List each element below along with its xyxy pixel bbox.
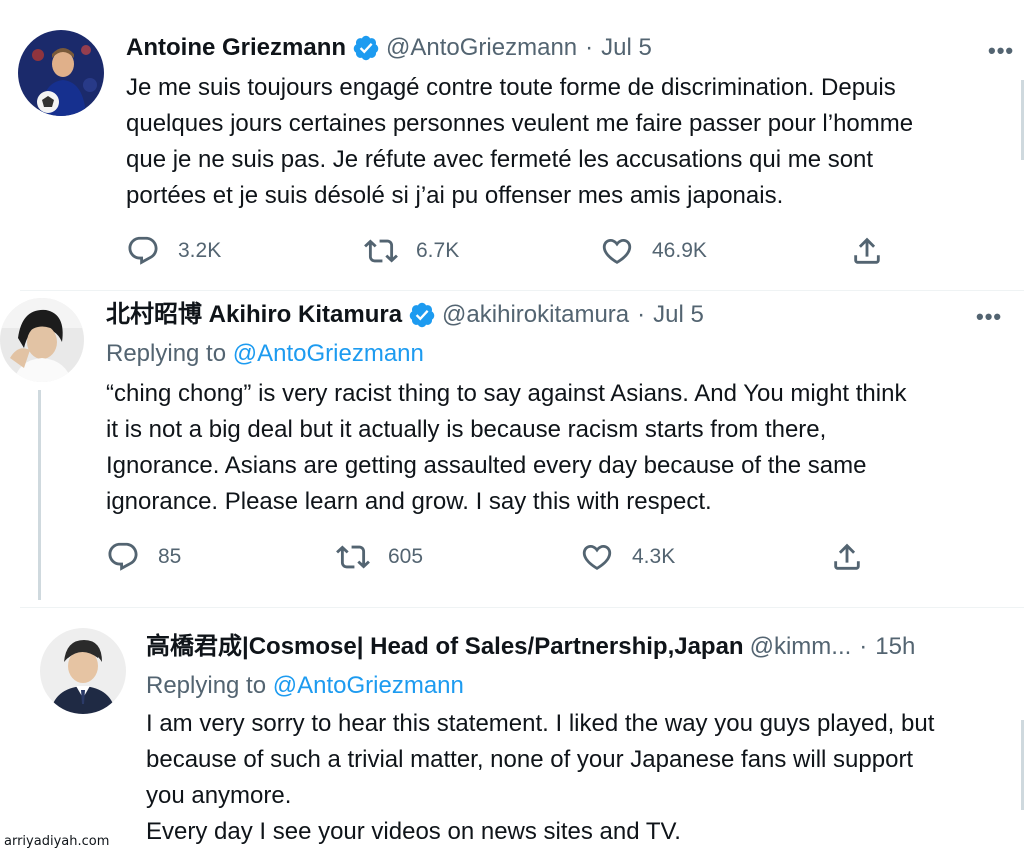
tweet-timestamp[interactable]: Jul 5 bbox=[601, 33, 652, 63]
replying-to: Replying to @AntoGriezmann bbox=[146, 671, 464, 701]
tweet-text-line: you anymore. bbox=[146, 782, 292, 809]
more-options-icon[interactable]: ••• bbox=[988, 38, 1014, 64]
author-handle[interactable]: @akihirokitamura bbox=[442, 300, 629, 330]
share-button[interactable] bbox=[850, 234, 902, 268]
like-button[interactable]: 4.3K bbox=[580, 540, 675, 574]
replying-to-handle-link[interactable]: @AntoGriezmann bbox=[273, 672, 464, 699]
tweet-text-line: because of such a trivial matter, none o… bbox=[146, 746, 914, 773]
like-button[interactable]: 46.9K bbox=[600, 234, 707, 268]
author-name[interactable]: Antoine Griezmann bbox=[126, 33, 346, 63]
tweet-text-line: I am very sorry to hear this statement. … bbox=[146, 710, 935, 737]
tweet-text-line: portées et je suis désolé si j’ai pu off… bbox=[126, 182, 784, 209]
replying-to-handle-link[interactable]: @AntoGriezmann bbox=[233, 340, 424, 367]
reply-icon bbox=[128, 236, 158, 265]
verified-badge-icon bbox=[352, 34, 380, 62]
retweet-button[interactable]: 6.7K bbox=[364, 234, 459, 268]
tweet-text: “ching chong” is very racist thing to sa… bbox=[106, 376, 906, 520]
author-name[interactable]: 高橋君成|Cosmose| Head of Sales/Partnership,… bbox=[146, 632, 744, 662]
retweet-count: 6.7K bbox=[416, 239, 460, 262]
tweet-text-line: it is not a big deal but it actually is … bbox=[106, 416, 827, 443]
avatar-takahashi[interactable] bbox=[40, 628, 126, 714]
tweet-text-line: “ching chong” is very racist thing to sa… bbox=[106, 380, 907, 407]
retweet-icon bbox=[336, 545, 370, 569]
share-icon bbox=[854, 237, 880, 264]
tweet-text: I am very sorry to hear this statement. … bbox=[146, 706, 1024, 850]
share-button[interactable] bbox=[830, 540, 882, 574]
tweet-kitamura[interactable]: 北村昭博 Akihiro Kitamura @akihirokitamura ·… bbox=[0, 290, 1024, 605]
retweet-icon bbox=[364, 239, 398, 263]
author-name[interactable]: 北村昭博 Akihiro Kitamura bbox=[106, 300, 402, 330]
reply-count: 3.2K bbox=[178, 239, 222, 262]
retweet-button[interactable]: 605 bbox=[336, 540, 423, 574]
author-handle[interactable]: @kimm... bbox=[750, 632, 852, 662]
replying-to: Replying to @AntoGriezmann bbox=[106, 339, 424, 369]
tweet-timestamp[interactable]: Jul 5 bbox=[653, 300, 704, 330]
heart-icon bbox=[602, 238, 632, 264]
avatar-kitamura[interactable] bbox=[0, 298, 84, 382]
heart-icon bbox=[582, 544, 612, 570]
separator-dot: · bbox=[859, 633, 868, 660]
tweet-text-line: quelques jours certaines personnes veule… bbox=[126, 110, 914, 137]
avatar-griezmann[interactable] bbox=[18, 30, 104, 116]
tweet-actions: 3.2K 6.7K 46.9K bbox=[126, 234, 886, 270]
reply-button[interactable]: 3.2K bbox=[126, 234, 221, 268]
like-count: 4.3K bbox=[632, 545, 676, 568]
watermark-text: arriyadiyah.com bbox=[4, 834, 110, 849]
tweet-text-line: Every day I see your videos on news site… bbox=[146, 818, 681, 845]
replying-to-label: Replying to bbox=[106, 340, 233, 367]
tweet-text-line: que je ne suis pas. Je réfute avec ferme… bbox=[126, 146, 874, 173]
tweet-actions: 85 605 4.3K bbox=[106, 540, 866, 576]
verified-badge-icon bbox=[408, 301, 436, 329]
replying-to-label: Replying to bbox=[146, 672, 273, 699]
tweet-text-line: ignorance. Please learn and grow. I say … bbox=[106, 488, 712, 515]
like-count: 46.9K bbox=[652, 239, 707, 262]
more-options-icon[interactable]: ••• bbox=[976, 304, 1002, 330]
reply-count: 85 bbox=[158, 545, 182, 568]
share-icon bbox=[834, 543, 860, 570]
tweet-takahashi[interactable]: 高橋君成|Cosmose| Head of Sales/Partnership,… bbox=[0, 608, 1024, 853]
separator-dot: · bbox=[637, 301, 646, 328]
reply-button[interactable]: 85 bbox=[106, 540, 181, 574]
tweet-text-line: Ignorance. Asians are getting assaulted … bbox=[106, 452, 867, 479]
thread-connector-line bbox=[38, 390, 41, 600]
tweet-text: Je me suis toujours engagé contre toute … bbox=[126, 70, 913, 214]
reply-icon bbox=[108, 542, 138, 571]
separator-dot: · bbox=[585, 34, 594, 61]
tweet-text-line: Je me suis toujours engagé contre toute … bbox=[126, 74, 896, 101]
author-handle[interactable]: @AntoGriezmann bbox=[386, 33, 577, 63]
tweet-timestamp[interactable]: 15h bbox=[875, 632, 915, 662]
tweet-griezmann[interactable]: Antoine Griezmann @AntoGriezmann · Jul 5… bbox=[0, 0, 1024, 290]
retweet-count: 605 bbox=[388, 545, 424, 568]
